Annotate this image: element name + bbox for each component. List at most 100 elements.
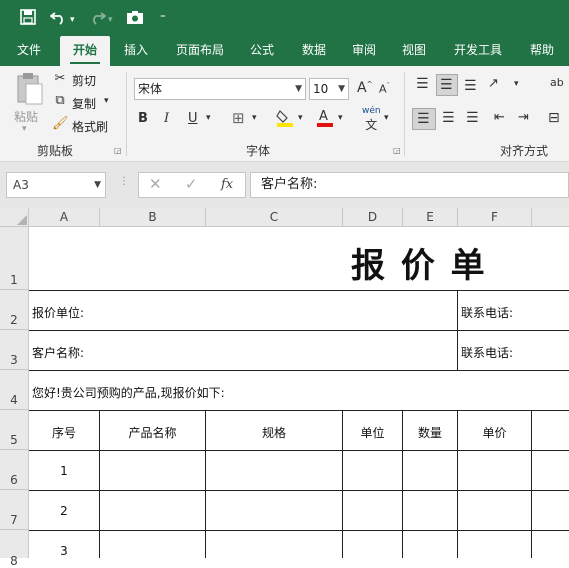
redo-dropdown-icon[interactable]: ▾	[108, 11, 113, 29]
orientation-dropdown-icon[interactable]: ▾	[514, 79, 519, 89]
title-bar: ▾ ▾ ⁼	[0, 0, 569, 36]
tab-developer[interactable]: 开发工具	[446, 36, 510, 66]
font-launcher-icon[interactable]: ◲	[393, 146, 401, 155]
cell-border	[457, 290, 458, 370]
align-top-icon[interactable]: ☰	[416, 76, 429, 92]
font-color-icon[interactable]: A	[316, 108, 334, 128]
row-header-7[interactable]: 7	[0, 490, 29, 530]
merge-center-icon[interactable]: ⊟	[548, 110, 560, 126]
group-divider	[126, 72, 127, 156]
spreadsheet-grid: A B C D E F 1 2 3 4 5 6 7 8 报 价 单 报价单位: …	[0, 208, 569, 568]
formula-input[interactable]: 客户名称:	[250, 172, 569, 198]
cancel-icon[interactable]: ✕	[149, 175, 162, 193]
serial-cell[interactable]: 2	[29, 504, 99, 518]
customer-name-label: 客户名称:	[32, 346, 85, 360]
cell-border	[29, 530, 569, 531]
borders-icon[interactable]: ⊞	[232, 109, 245, 127]
tab-file[interactable]: 文件	[6, 36, 52, 66]
cell-border	[531, 410, 532, 558]
row-header-3[interactable]: 3	[0, 330, 29, 370]
format-painter-icon[interactable]: 🖌	[52, 116, 69, 131]
row-header-4[interactable]: 4	[0, 370, 29, 410]
quote-company-label: 报价单位:	[32, 306, 85, 320]
font-color-dropdown-icon[interactable]: ▾	[338, 113, 343, 123]
paste-button[interactable]: 粘贴	[14, 108, 38, 125]
tab-review[interactable]: 审阅	[342, 36, 386, 66]
ribbon-tabs: 文件 开始 插入 页面布局 公式 数据 审阅 视图 开发工具 帮助	[0, 36, 569, 66]
row-header-1[interactable]: 1	[0, 227, 29, 290]
save-icon[interactable]	[20, 9, 36, 25]
underline-dropdown-icon[interactable]: ▾	[206, 113, 211, 123]
customize-quick-access-icon[interactable]: ⁼	[160, 9, 166, 27]
font-name-select[interactable]: 宋体 ▼	[134, 78, 306, 100]
underline-button[interactable]: U	[188, 111, 198, 126]
align-left-button[interactable]: ☰	[412, 108, 436, 130]
column-header-c[interactable]: C	[206, 208, 343, 227]
undo-dropdown-icon[interactable]: ▾	[70, 11, 75, 29]
column-header-g[interactable]	[532, 208, 569, 227]
align-right-icon[interactable]: ☰	[466, 110, 479, 126]
insert-function-button[interactable]: fx	[221, 177, 233, 192]
copy-icon[interactable]: ⧉	[52, 93, 68, 108]
column-header-b[interactable]: B	[100, 208, 206, 227]
cell-border	[29, 330, 569, 331]
camera-icon[interactable]	[126, 9, 144, 25]
shrink-font-icon[interactable]: Aˇ	[379, 82, 390, 96]
serial-cell[interactable]: 3	[29, 544, 99, 558]
orientation-icon[interactable]: ↗	[488, 76, 499, 91]
increase-indent-icon[interactable]: ⇥	[518, 110, 529, 125]
row-header-2[interactable]: 2	[0, 290, 29, 330]
cell-border	[29, 490, 569, 491]
phonetic-dropdown-icon[interactable]: ▾	[384, 113, 389, 123]
ribbon: 粘贴 ▾ ✂ 剪切 ⧉ 复制 ▾ 🖌 格式刷 剪贴板 ◲ 宋体 ▼ 10 ▼ A…	[0, 66, 569, 162]
tab-formulas[interactable]: 公式	[240, 36, 284, 66]
undo-icon[interactable]	[50, 9, 68, 25]
contact-phone-label: 联系电话:	[461, 306, 514, 320]
copy-dropdown-icon[interactable]: ▾	[104, 96, 109, 106]
phonetic-guide-icon[interactable]: wén 文	[362, 106, 381, 133]
font-size-select[interactable]: 10 ▼	[309, 78, 349, 100]
row-header-8[interactable]: 8	[0, 530, 29, 568]
cut-button[interactable]: 剪切	[72, 72, 96, 89]
decrease-indent-icon[interactable]: ⇤	[494, 110, 505, 125]
tab-view[interactable]: 视图	[392, 36, 436, 66]
fill-color-icon[interactable]	[276, 108, 294, 128]
header-quantity: 数量	[417, 426, 442, 440]
enter-icon[interactable]: ✓	[185, 175, 198, 193]
fill-color-dropdown-icon[interactable]: ▾	[298, 113, 303, 123]
clipboard-launcher-icon[interactable]: ◲	[114, 146, 122, 155]
tab-insert[interactable]: 插入	[114, 36, 158, 66]
name-box[interactable]: A3 ▼	[6, 172, 106, 198]
align-middle-button[interactable]: ☰	[436, 74, 458, 96]
align-center-icon[interactable]: ☰	[442, 110, 455, 126]
column-header-e[interactable]: E	[403, 208, 458, 227]
formula-bar-grip-icon[interactable]: ⋮	[119, 176, 129, 187]
borders-dropdown-icon[interactable]: ▾	[252, 113, 257, 123]
redo-icon[interactable]	[88, 9, 106, 25]
wrap-text-icon[interactable]: ab	[550, 76, 564, 89]
grow-font-icon[interactable]: A^	[357, 80, 372, 96]
row-header-6[interactable]: 6	[0, 450, 29, 490]
scissors-icon[interactable]: ✂	[52, 71, 68, 86]
bold-button[interactable]: B	[138, 111, 148, 126]
serial-cell[interactable]: 1	[29, 464, 99, 478]
cell-border	[29, 370, 569, 371]
column-header-f[interactable]: F	[458, 208, 532, 227]
format-painter-button[interactable]: 格式刷	[72, 118, 108, 135]
tab-data[interactable]: 数据	[292, 36, 336, 66]
align-bottom-icon[interactable]: ☰	[464, 78, 477, 94]
row-header-5[interactable]: 5	[0, 410, 29, 450]
column-header-a[interactable]: A	[29, 208, 100, 227]
paste-dropdown-icon[interactable]: ▾	[22, 124, 27, 134]
paste-icon[interactable]	[14, 72, 44, 112]
select-all-button[interactable]	[0, 208, 29, 227]
tab-home[interactable]: 开始	[60, 36, 110, 66]
font-name-value: 宋体	[138, 82, 163, 96]
italic-button[interactable]: I	[164, 111, 169, 126]
alignment-group-label: 对齐方式	[500, 144, 549, 158]
column-header-d[interactable]: D	[343, 208, 403, 227]
tab-help[interactable]: 帮助	[520, 36, 564, 66]
tab-page-layout[interactable]: 页面布局	[168, 36, 232, 66]
copy-button[interactable]: 复制	[72, 95, 96, 112]
header-product-name: 产品名称	[128, 426, 177, 440]
